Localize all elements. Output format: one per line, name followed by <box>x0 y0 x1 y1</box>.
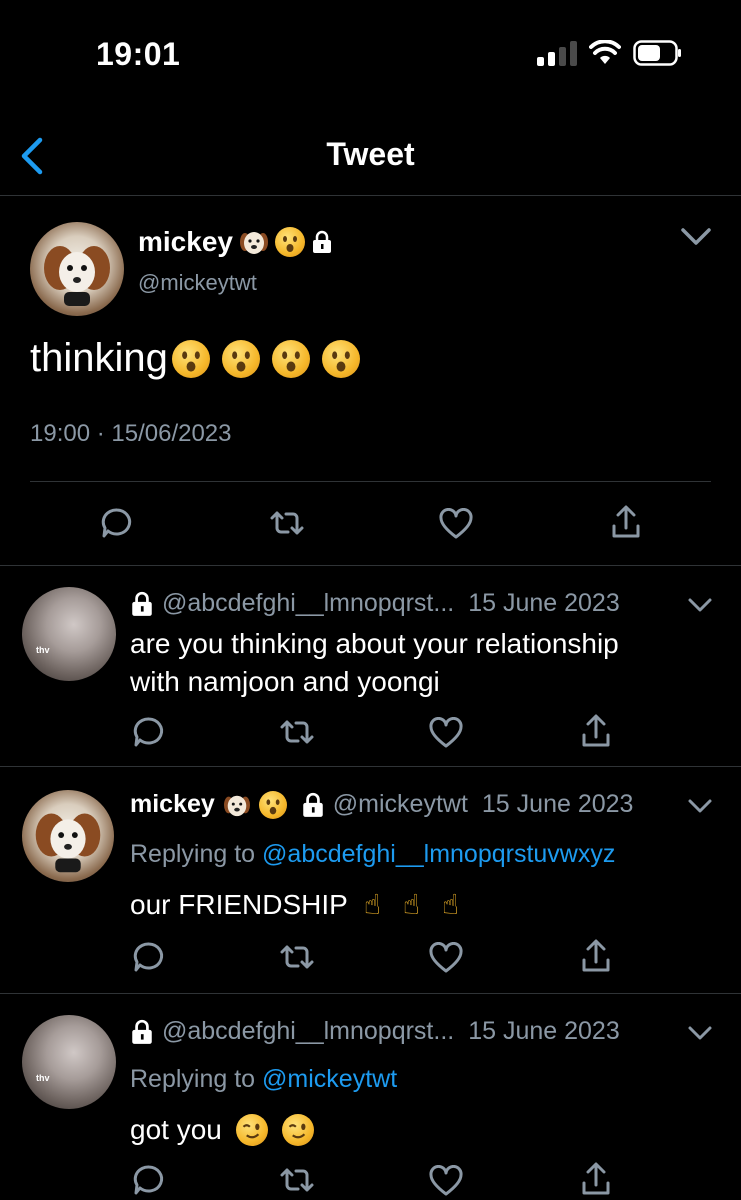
hushed-face-emoji-icon <box>271 339 310 378</box>
tweet-actions <box>0 502 741 552</box>
reply-text-line: are you thinking about your relationship <box>130 628 619 659</box>
replying-to-line: Replying to @abcdefghi__lmnopqrstuvwxyz <box>130 840 615 869</box>
reply-icon[interactable] <box>132 715 166 749</box>
hushed-face-emoji-icon <box>258 790 287 819</box>
nav-bar: Tweet <box>0 120 741 196</box>
reply-handle[interactable]: @abcdefghi__lmnopqrst... <box>162 589 454 618</box>
share-icon[interactable] <box>580 1161 612 1197</box>
hushed-face-emoji-icon <box>171 339 210 378</box>
reply-date: 15 June 2023 <box>468 589 620 617</box>
battery-icon <box>633 40 681 66</box>
reply-header: mickey @mickeytwt 15 June 2023 <box>130 790 633 819</box>
replying-to-line: Replying to @mickeytwt <box>130 1065 397 1094</box>
page-title: Tweet <box>326 136 415 172</box>
retweet-icon[interactable] <box>278 942 316 972</box>
reply-text-content: got you <box>130 1114 222 1145</box>
replying-to-label: Replying to <box>130 1065 256 1093</box>
like-heart-icon[interactable] <box>428 1165 464 1197</box>
chevron-down-icon[interactable] <box>687 597 713 615</box>
like-heart-icon[interactable] <box>428 717 464 749</box>
wifi-icon <box>589 40 621 64</box>
status-time: 19:01 <box>96 36 181 72</box>
reply-icon[interactable] <box>132 940 166 974</box>
dog-photo <box>35 813 101 873</box>
chevron-down-icon[interactable] <box>687 798 713 816</box>
like-heart-icon[interactable] <box>428 942 464 974</box>
reply-tweet[interactable]: mickey @mickeytwt 15 June 2023 Replying … <box>0 768 741 994</box>
author-handle[interactable]: @mickeytwt <box>138 270 257 296</box>
share-icon[interactable] <box>610 504 642 540</box>
reply-tweet[interactable]: thv @abcdefghi__lmnopqrst... 15 June 202… <box>0 995 741 1200</box>
dog-photo <box>44 246 110 306</box>
tweet-text: thinking <box>30 336 360 381</box>
like-heart-icon[interactable] <box>438 508 474 540</box>
lock-icon <box>312 230 331 253</box>
avatar[interactable] <box>30 222 124 316</box>
pointing-up-emoji-icon: ☝ <box>402 889 420 920</box>
avatar[interactable] <box>22 790 114 882</box>
reply-icon[interactable] <box>100 506 134 540</box>
share-icon[interactable] <box>580 938 612 974</box>
avatar[interactable]: thv <box>22 1015 116 1109</box>
reply-header: @abcdefghi__lmnopqrst... 15 June 2023 <box>130 1017 620 1046</box>
status-icons <box>537 40 683 66</box>
retweet-icon[interactable] <box>268 508 306 538</box>
retweet-icon[interactable] <box>278 1165 316 1195</box>
reply-actions <box>0 938 741 982</box>
reply-actions <box>0 1161 741 1200</box>
reply-actions <box>0 713 741 757</box>
avatar-caption: thv <box>36 1073 50 1083</box>
replying-to-label: Replying to <box>130 840 256 868</box>
reply-date: 15 June 2023 <box>481 790 634 818</box>
reply-handle[interactable]: @abcdefghi__lmnopqrst... <box>162 1017 454 1046</box>
reply-text: our FRIENDSHIP ☝ ☝ ☝ <box>130 886 459 924</box>
chevron-down-icon[interactable] <box>687 1025 713 1043</box>
lock-icon <box>132 1019 152 1044</box>
reply-author-name[interactable]: mickey <box>130 790 215 819</box>
reply-tweet[interactable]: thv @abcdefghi__lmnopqrst... 15 June 202… <box>0 567 741 767</box>
replying-to-link[interactable]: @mickeytwt <box>262 1065 397 1093</box>
pointing-up-emoji-icon: ☝ <box>363 889 381 920</box>
winking-face-emoji-icon <box>281 1114 314 1146</box>
tweet-text-content: thinking <box>30 336 168 380</box>
reply-text-line: with namjoon and yoongi <box>130 666 440 697</box>
reply-text: are you thinking about your relationship… <box>130 625 619 701</box>
winking-face-emoji-icon <box>235 1114 268 1146</box>
reply-header: @abcdefghi__lmnopqrst... 15 June 2023 <box>130 589 620 618</box>
reply-icon[interactable] <box>132 1163 166 1197</box>
retweet-icon[interactable] <box>278 717 316 747</box>
hushed-face-emoji-icon <box>274 227 305 257</box>
avatar-caption: thv <box>36 645 50 655</box>
reply-handle[interactable]: @mickeytwt <box>333 790 468 819</box>
hushed-face-emoji-icon <box>221 339 260 378</box>
lock-icon <box>303 792 323 817</box>
signal-icon <box>537 40 577 66</box>
lock-icon <box>132 591 152 616</box>
reply-date: 15 June 2023 <box>468 1017 620 1045</box>
share-icon[interactable] <box>580 713 612 749</box>
chevron-down-icon[interactable] <box>679 226 713 248</box>
author-name[interactable]: mickey <box>138 226 233 258</box>
pointing-up-emoji-icon: ☝ <box>441 889 460 920</box>
author-name-row: mickey <box>138 226 333 258</box>
divider <box>30 481 711 482</box>
avatar[interactable]: thv <box>22 587 116 681</box>
hushed-face-emoji-icon <box>321 339 360 378</box>
replying-to-link[interactable]: @abcdefghi__lmnopqrstuvwxyz <box>262 840 615 868</box>
dog-face-emoji-icon <box>223 792 251 818</box>
tweet-timestamp: 19:00 · 15/06/2023 <box>30 420 232 447</box>
reply-text-content: our FRIENDSHIP <box>130 889 348 920</box>
main-tweet: mickey @mickeytwt thinking 19:00 · 15/06… <box>0 196 741 566</box>
reply-text: got you <box>130 1111 314 1149</box>
dog-face-emoji-icon <box>239 228 269 256</box>
